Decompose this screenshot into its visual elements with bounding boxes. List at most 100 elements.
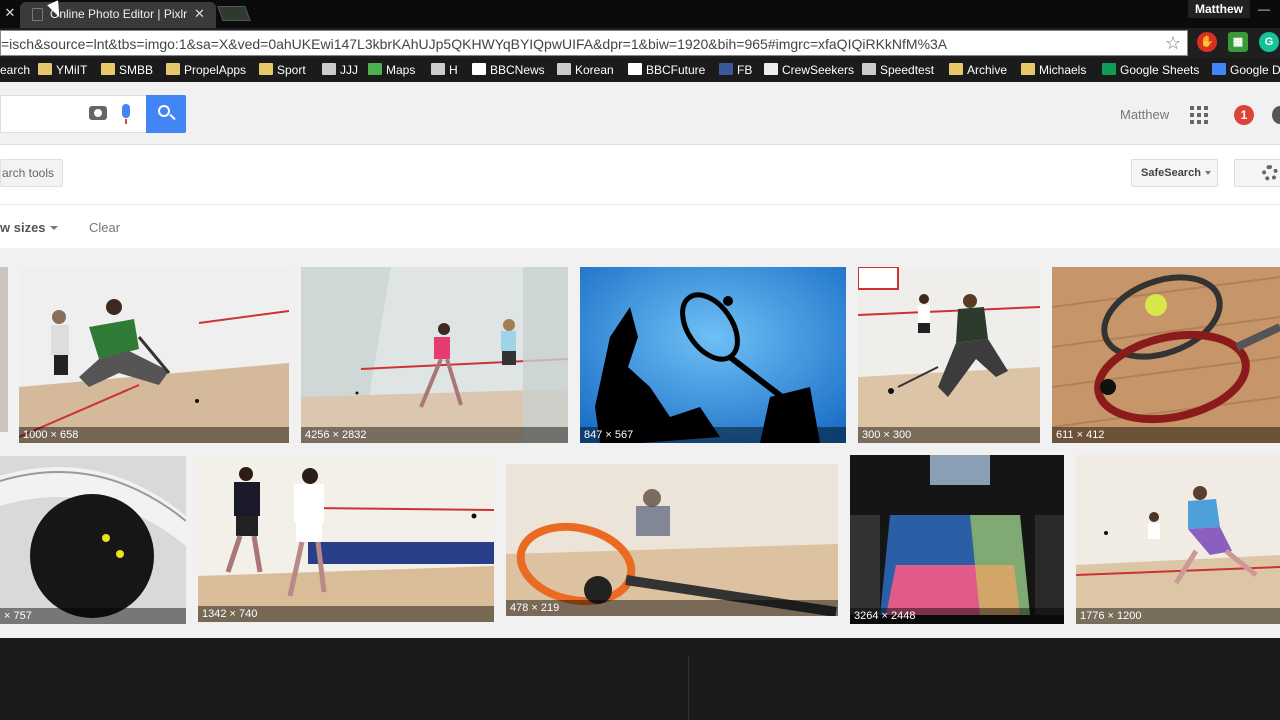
- image-result[interactable]: 1776 × 1200: [1076, 455, 1280, 624]
- facebook-icon: [719, 63, 733, 75]
- orange-racket-image: [506, 464, 838, 616]
- bookmark-item[interactable]: SMBB: [101, 62, 153, 78]
- gear-icon: [1262, 165, 1278, 181]
- camera-icon[interactable]: [89, 106, 107, 120]
- bookmark-label: SMBB: [119, 63, 154, 77]
- black-ball-racket-image: [0, 456, 186, 624]
- bbc-icon: [628, 63, 642, 75]
- image-dimensions: 1776 × 1200: [1076, 608, 1280, 624]
- filter-row: w sizes Clear: [0, 206, 1280, 248]
- bookmark-item[interactable]: PropelApps: [166, 62, 246, 78]
- bookmark-item[interactable]: Maps: [368, 62, 415, 78]
- image-dimensions: 847 × 567: [580, 427, 846, 443]
- tab-close-icon[interactable]: ✕: [194, 6, 205, 22]
- bookmark-item[interactable]: JJJ: [322, 62, 358, 78]
- search-button[interactable]: [146, 95, 186, 133]
- green-ext-icon[interactable]: ▦: [1228, 32, 1248, 52]
- bookmark-item[interactable]: Michaels: [1021, 62, 1086, 78]
- bookmark-label: earch: [0, 63, 31, 77]
- bookmark-label: JJJ: [340, 63, 358, 77]
- site-icon: [322, 63, 336, 75]
- bookmark-item[interactable]: Archive: [949, 62, 1007, 78]
- search-header: Matthew 1: [0, 82, 1280, 145]
- maps-icon: [368, 63, 382, 75]
- two-men-squash-image: [198, 456, 494, 622]
- search-tools-button[interactable]: arch tools: [0, 159, 63, 187]
- bookmark-label: Korean: [575, 63, 614, 77]
- sizes-filter[interactable]: w sizes: [0, 220, 58, 235]
- bookmark-item[interactable]: BBCFuture: [628, 62, 705, 78]
- settings-button[interactable]: [1234, 159, 1280, 187]
- profile-name[interactable]: Matthew: [1188, 0, 1250, 18]
- divider: [688, 656, 689, 720]
- image-result[interactable]: 1000 × 658: [19, 267, 289, 443]
- search-icon: [158, 105, 170, 117]
- sizes-filter-label: w sizes: [0, 220, 46, 235]
- image-result[interactable]: 847 × 567: [580, 267, 846, 443]
- folder-icon: [949, 63, 963, 75]
- image-result[interactable]: × 757: [0, 456, 186, 624]
- image-result[interactable]: 300 × 300: [858, 267, 1040, 443]
- site-icon: [862, 63, 876, 75]
- browser-toolbar: =isch&source=lnt&tbs=imgo:1&sa=X&ved=0ah…: [0, 28, 1280, 58]
- image-result[interactable]: 1342 × 740: [198, 456, 494, 622]
- bookmark-item[interactable]: Google Sheets: [1102, 62, 1199, 78]
- image-dimensions: 1342 × 740: [198, 606, 494, 622]
- bookmark-item[interactable]: Korean: [557, 62, 614, 78]
- microphone-icon[interactable]: [122, 104, 130, 124]
- chevron-down-icon: [1204, 171, 1211, 175]
- bookmark-item[interactable]: earch: [0, 62, 30, 78]
- user-name[interactable]: Matthew: [1120, 107, 1169, 122]
- new-tab-button[interactable]: [217, 6, 251, 21]
- image-results-grid: 1000 × 658 4256 × 2832 847 × 567 300 × 3…: [0, 248, 1280, 638]
- avatar[interactable]: [1272, 106, 1280, 124]
- bookmark-item[interactable]: Sport: [259, 62, 306, 78]
- bookmark-star-icon[interactable]: ☆: [1165, 33, 1181, 54]
- bookmarks-bar: earch YMiIT SMBB PropelApps Sport JJJ Maps H BBC…: [0, 58, 1280, 82]
- bookmark-label: Archive: [967, 63, 1008, 77]
- image-result[interactable]: 478 × 219: [506, 464, 838, 616]
- notification-badge[interactable]: 1: [1234, 105, 1254, 125]
- chevron-down-icon: [49, 226, 58, 230]
- browser-tabstrip: ✕ Online Photo Editor | Pixlr ✕ Matthew …: [0, 0, 1280, 28]
- bookmark-item[interactable]: CrewSeekers: [764, 62, 854, 78]
- bookmark-label: BBCNews: [490, 63, 545, 77]
- image-dimensions: 1000 × 658: [19, 427, 289, 443]
- bookmark-item[interactable]: BBCNews: [472, 62, 545, 78]
- folder-icon: [1021, 63, 1035, 75]
- google-images-page: Matthew 1 arch tools SafeSearch w sizes …: [0, 82, 1280, 638]
- bookmark-item[interactable]: H: [431, 62, 458, 78]
- glass-court-arena-image: [850, 455, 1064, 624]
- bookmark-item[interactable]: FB: [719, 62, 752, 78]
- search-input[interactable]: [0, 95, 146, 133]
- safesearch-button[interactable]: SafeSearch: [1131, 159, 1218, 187]
- image-dimensions: 3264 × 2448: [850, 608, 1064, 624]
- apps-grid-icon[interactable]: [1190, 106, 1208, 124]
- image-dimensions: 300 × 300: [858, 427, 1040, 443]
- bbc-icon: [472, 63, 486, 75]
- bookmark-label: BBCFuture: [646, 63, 706, 77]
- address-bar[interactable]: =isch&source=lnt&tbs=imgo:1&sa=X&ved=0ah…: [0, 30, 1188, 56]
- bookmark-label: Google D: [1230, 63, 1280, 77]
- bookmark-label: Maps: [386, 63, 416, 77]
- clear-filters-link[interactable]: Clear: [89, 220, 120, 235]
- image-result[interactable]: 611 × 412: [1052, 267, 1280, 443]
- bookmark-item[interactable]: YMiIT: [38, 62, 87, 78]
- tools-row: arch tools SafeSearch: [0, 145, 1280, 205]
- folder-icon: [38, 63, 52, 75]
- grammarly-icon[interactable]: G: [1259, 32, 1279, 52]
- minimize-icon[interactable]: —: [1258, 2, 1270, 16]
- image-result[interactable]: 4256 × 2832: [301, 267, 568, 443]
- image-result[interactable]: [0, 267, 8, 432]
- two-players-image: [858, 267, 1040, 443]
- image-dimensions: 478 × 219: [506, 600, 838, 616]
- url-text: =isch&source=lnt&tbs=imgo:1&sa=X&ved=0ah…: [1, 36, 948, 52]
- image-dimensions: 611 × 412: [1052, 427, 1280, 443]
- close-icon[interactable]: ✕: [2, 5, 18, 21]
- bookmark-label: Michaels: [1039, 63, 1087, 77]
- image-result[interactable]: 3264 × 2448: [850, 455, 1064, 624]
- adblock-icon[interactable]: ✋: [1197, 32, 1217, 52]
- bookmark-item[interactable]: Google D: [1212, 62, 1280, 78]
- bookmark-item[interactable]: Speedtest: [862, 62, 934, 78]
- bookmark-label: CrewSeekers: [782, 63, 855, 77]
